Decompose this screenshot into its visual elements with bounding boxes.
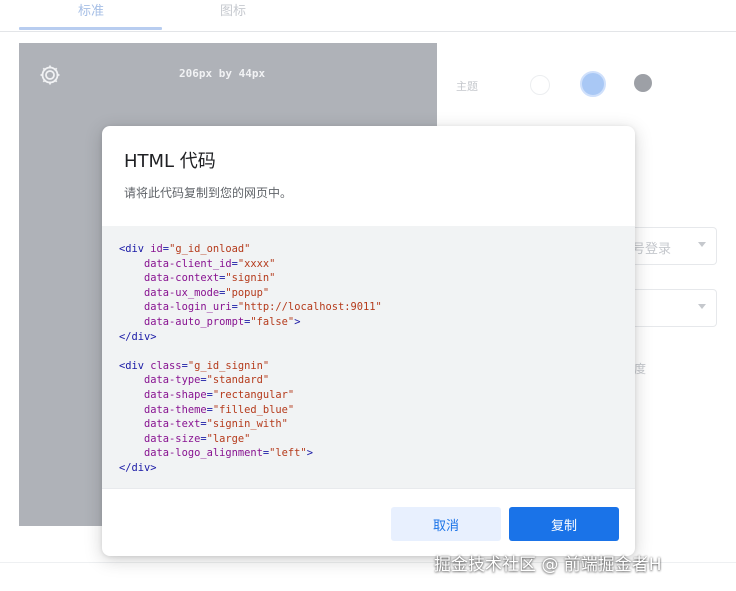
html-code-snippet[interactable]: <div id="g_id_onload" data-client_id="xx… — [119, 242, 382, 476]
tab-standard[interactable]: 标准 — [78, 0, 104, 19]
code-attr-value: "large" — [206, 432, 251, 445]
code-attr-name: data-type — [144, 374, 201, 387]
code-attr-value: "signin" — [225, 272, 276, 285]
code-attr-value: "signin_with" — [206, 418, 288, 431]
code-attr-value: "false" — [250, 315, 295, 328]
active-tab-indicator — [19, 27, 162, 30]
button-text-select-value: 号登录 — [632, 242, 672, 257]
code-tag-close-bracket: > — [294, 315, 301, 328]
preview-size-label: 206px by 44px — [179, 67, 266, 80]
code-tag-open: <div — [119, 243, 151, 255]
dialog-title: HTML 代码 — [124, 151, 216, 172]
chevron-down-icon — [698, 242, 706, 247]
html-code-dialog: HTML 代码 请将此代码复制到您的网页中。 <div id="g_id_onl… — [102, 126, 635, 556]
dialog-description: 请将此代码复制到您的网页中。 — [124, 186, 293, 200]
width-label-fragment: 度 — [634, 362, 647, 376]
code-attr-value: "g_id_signin" — [187, 359, 270, 372]
code-attr-name: data-auto_prompt — [144, 315, 245, 328]
theme-filled-black-option[interactable] — [634, 74, 652, 92]
dialog-divider — [102, 488, 635, 489]
code-attr-name: class — [150, 359, 182, 372]
code-attr-name: data-text — [144, 418, 201, 431]
code-attr-name: data-theme — [144, 403, 207, 416]
code-attr-name: data-shape — [144, 388, 207, 401]
code-attr-value: "rectangular" — [212, 388, 295, 401]
tab-icon[interactable]: 图标 — [220, 0, 246, 19]
code-attr-name: data-client_id — [144, 257, 232, 270]
code-tag-close-bracket: > — [306, 447, 313, 460]
code-attr-name: data-login_uri — [144, 301, 232, 314]
gear-icon[interactable] — [38, 63, 62, 87]
code-attr-name: data-size — [144, 432, 201, 445]
watermark-text: 掘金技术社区 @ 前端掘金者H — [434, 555, 662, 575]
code-attr-value: "filled_blue" — [212, 403, 295, 416]
code-attr-value: "left" — [269, 447, 307, 460]
code-attr-value: "xxxx" — [237, 257, 276, 270]
code-attr-name: id — [150, 243, 163, 255]
code-attr-name: data-context — [144, 272, 220, 285]
code-attr-name: data-logo_alignment — [144, 447, 263, 460]
tab-bar: 标准 图标 — [0, 0, 736, 32]
code-tag-close: </div> — [119, 461, 157, 474]
code-block[interactable]: <div id="g_id_onload" data-client_id="xx… — [102, 226, 635, 488]
code-tag-close: </div> — [119, 330, 157, 343]
code-tag-open: <div — [119, 359, 151, 372]
theme-label: 主题 — [456, 80, 478, 93]
code-attr-name: data-ux_mode — [144, 286, 220, 299]
code-attr-value: "g_id_onload" — [169, 243, 251, 255]
cancel-button[interactable]: 取消 — [391, 507, 501, 541]
copy-button[interactable]: 复制 — [509, 507, 619, 541]
code-attr-value: "standard" — [206, 374, 270, 387]
code-attr-value: "http://localhost:9011" — [237, 301, 382, 314]
theme-filled-blue-option[interactable] — [580, 71, 606, 97]
chevron-down-icon — [698, 304, 706, 309]
code-attr-value: "popup" — [225, 286, 270, 299]
theme-outline-option[interactable] — [530, 75, 550, 95]
